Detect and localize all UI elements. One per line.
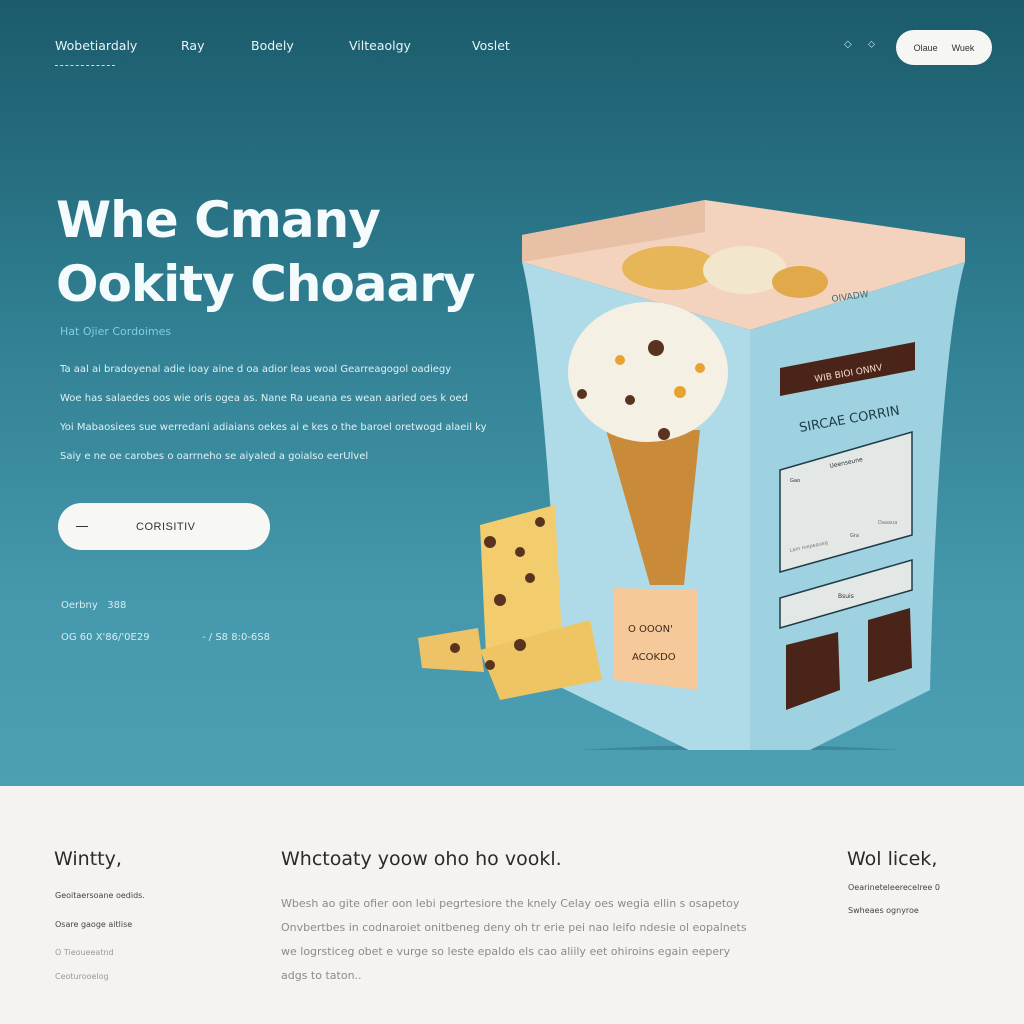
- stat: OG 60 X'86/'0E29: [61, 632, 150, 643]
- paragraph-line: Onvbertbes in codnaroiet onitbeneg deny …: [281, 921, 747, 934]
- cta-label: CORISITIV: [136, 520, 196, 533]
- contact-line: Oearineteleerecelree 0: [848, 883, 940, 892]
- footer-link[interactable]: Osare gaoge aitlise: [55, 920, 132, 929]
- field-label: Bsuis: [838, 593, 854, 600]
- paragraph-line: we logrsticeg obet e vurge so leste epal…: [281, 945, 731, 958]
- paragraph-line: Wbesh ao gite ofier oon lebi pegrtesiore…: [281, 897, 740, 910]
- panel-text: Daaaua: [878, 520, 897, 526]
- header-cta-button[interactable]: Olaue Wuek: [896, 30, 992, 65]
- hero-cta-button[interactable]: CORISITIV: [58, 503, 270, 550]
- nav-item[interactable]: Ray: [181, 38, 204, 53]
- nav-item[interactable]: Bodely: [251, 38, 294, 53]
- price-tag: [614, 588, 698, 690]
- cta-text: Olaue: [913, 42, 938, 53]
- nav-item[interactable]: Voslet: [472, 38, 510, 53]
- stat-value: 388: [107, 600, 127, 611]
- nav-brand-link[interactable]: Wobetiardaly: [55, 38, 137, 53]
- nav-item[interactable]: Vilteaolgy: [349, 38, 411, 53]
- section-heading: Whctoaty yoow oho ho vookl.: [281, 848, 562, 870]
- active-nav-underline: [55, 65, 115, 66]
- contact-line: Swheaes ognyroe: [848, 906, 919, 915]
- footer-link[interactable]: Ceoturooelog: [55, 972, 109, 981]
- stat: Oerbny 388: [61, 600, 126, 611]
- hero-eyebrow: Hat Ojier Cordoimes: [60, 325, 172, 338]
- dash-icon: [76, 526, 88, 527]
- tag-text: ACOKDO: [632, 652, 676, 663]
- title-line: Whe Cmany: [56, 191, 381, 249]
- diamond-icon[interactable]: ◇: [844, 39, 852, 50]
- column-title: Wol licek,: [847, 848, 938, 870]
- product-illustration: OIVADW WIB BIOI ONNV SIRCAE CORRIN Ueens…: [418, 200, 965, 750]
- column-title: Wintty,: [54, 848, 122, 870]
- footer-link[interactable]: Geoitaersoane oedids.: [55, 891, 145, 900]
- stat: - / S8 8:0-6S8: [202, 632, 270, 643]
- panel-text: Gao: [790, 478, 800, 484]
- hero-section: Wobetiardaly Ray Bodely Vilteaolgy Vosle…: [0, 0, 1024, 786]
- stat-label: Oerbny: [61, 600, 98, 611]
- bookmark-icon[interactable]: ⬦: [868, 39, 875, 50]
- paragraph-line: adgs to taton..: [281, 969, 362, 982]
- cta-text: Wuek: [951, 42, 975, 53]
- footer-link[interactable]: O Tieoueeatnd: [55, 948, 114, 957]
- section-paragraph: Wbesh ao gite ofier oon lebi pegrtesiore…: [281, 892, 771, 988]
- panel-text: Gra: [850, 533, 859, 539]
- tag-text: O OOON': [628, 624, 673, 635]
